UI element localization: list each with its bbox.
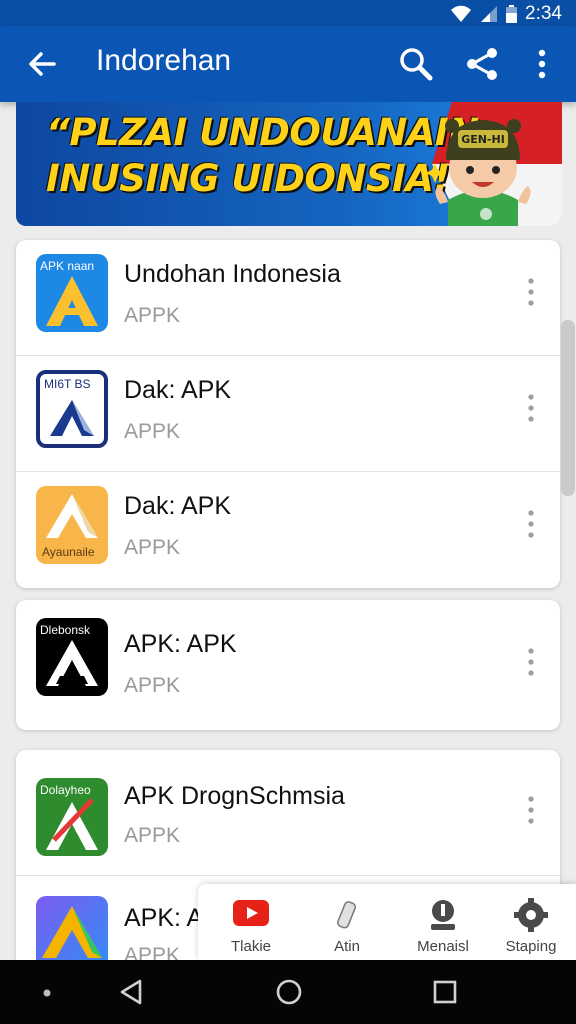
nav-item-staping[interactable]: Staping [486, 884, 576, 960]
app-name: APK DrognSchmsia [124, 782, 345, 810]
app-icon-label: Ayaunaile [42, 545, 95, 559]
app-bar: Indorehan [0, 26, 576, 102]
mascot-illustration: GEN-HI [425, 119, 531, 226]
app-icon: MI6T BS [36, 370, 108, 448]
gear-icon [514, 898, 548, 932]
nav-label: Tlakie [230, 938, 271, 955]
more-vert-icon[interactable] [524, 508, 538, 540]
nav-item-menaisl[interactable]: Menaisl [398, 884, 488, 960]
more-vert-icon[interactable] [524, 794, 538, 826]
nav-label: Menaisl [417, 938, 469, 955]
signal-icon [481, 6, 498, 22]
app-icon: Dolayheo [36, 778, 108, 856]
arrow-left-icon[interactable] [24, 46, 60, 82]
nav-item-atin[interactable]: Atin [302, 884, 392, 960]
banner-headline: “PLZAI UNDOUANAIN INUSING UIDONSIA! [46, 111, 479, 200]
app-list-card-2: Dlebonsk APK: APK APPK [16, 600, 560, 730]
list-item[interactable]: Ayaunaile Dak: APK APPK [16, 472, 560, 588]
app-icon: Ayaunaile [36, 486, 108, 564]
app-name: Dak: APK [124, 376, 231, 404]
app-subtitle: APPK [124, 674, 181, 697]
app-subtitle: APPK [124, 304, 181, 327]
share-icon[interactable] [462, 44, 502, 84]
more-vert-icon[interactable] [524, 646, 538, 678]
app-name: Dak: APK [124, 492, 231, 520]
app-subtitle: APPK [124, 824, 181, 847]
app-subtitle: APPK [124, 420, 181, 443]
mascot-cap-label: GEN-HI [461, 133, 505, 146]
app-icon-label: APK naan [40, 259, 94, 273]
more-vert-icon[interactable] [524, 276, 538, 308]
nav-label: Atin [334, 938, 360, 955]
dot-icon [43, 989, 51, 997]
app-name: APK: APK [124, 630, 237, 658]
bottom-nav: Tlakie Atin Menaisl Staping [198, 884, 576, 960]
scrollbar[interactable] [561, 320, 575, 496]
list-item[interactable]: MI6T BS Dak: APK APPK [16, 356, 560, 472]
status-bar: 2:34 [0, 0, 576, 26]
youtube-icon [233, 900, 269, 926]
page-title: Indorehan [96, 44, 232, 77]
app-list-card-1: APK naan Undohan Indonesia APPK MI6T BS … [16, 240, 560, 588]
list-item[interactable]: Dolayheo APK DrognSchmsia APPK [16, 750, 560, 876]
list-item[interactable]: APK naan Undohan Indonesia APPK [16, 240, 560, 356]
person-icon [431, 900, 455, 930]
app-name: Undohan Indonesia [124, 260, 341, 288]
app-icon: Dlebonsk [36, 618, 108, 696]
square-recents-icon[interactable] [432, 979, 458, 1005]
app-icon-label: Dlebonsk [40, 623, 91, 637]
app-subtitle: APPK [124, 536, 181, 559]
more-vert-icon[interactable] [526, 44, 558, 84]
app-icon-label: MI6T BS [44, 377, 90, 391]
pencil-icon [337, 901, 357, 929]
app-icon-label: Dolayheo [40, 783, 91, 797]
list-item[interactable]: Dlebonsk APK: APK APPK [16, 600, 560, 730]
nav-label: Staping [505, 938, 557, 955]
search-icon[interactable] [396, 44, 436, 84]
app-name: APK: A [124, 904, 204, 932]
circle-home-icon[interactable] [274, 977, 304, 1007]
wifi-icon [451, 5, 472, 22]
promo-banner[interactable]: “PLZAI UNDOUANAIN INUSING UIDONSIA! GEN-… [16, 102, 562, 226]
triangle-back-icon[interactable] [118, 978, 144, 1006]
nav-item-tlakie[interactable]: Tlakie [206, 884, 296, 960]
more-vert-icon[interactable] [524, 392, 538, 424]
system-nav-bar [0, 960, 576, 1024]
app-icon: APK naan [36, 254, 108, 332]
clock: 2:34 [525, 3, 562, 24]
battery-icon [506, 5, 518, 23]
